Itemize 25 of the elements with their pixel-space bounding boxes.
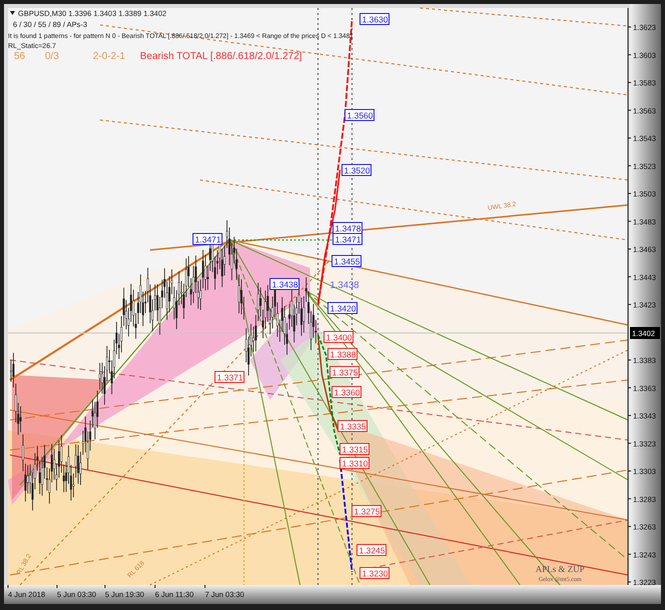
price-level-tag: 1.3310 bbox=[340, 457, 370, 469]
pattern-name: Bearish TOTAL [.886/.618/2.0/1.272] bbox=[140, 51, 302, 62]
collapse-arrow-icon[interactable] bbox=[10, 11, 15, 15]
price-level-tag: 1.3335 bbox=[338, 420, 368, 432]
price-level-tag: 1.3245 bbox=[356, 544, 386, 556]
pattern-stat: 0/3 bbox=[45, 51, 59, 62]
price-level-tag: 1.3375 bbox=[330, 366, 360, 378]
price-level-tag: 1.3630 bbox=[360, 13, 390, 25]
price-level-tag: 1.3400 bbox=[324, 331, 354, 343]
price-level-tag: 1.3478 bbox=[332, 222, 362, 234]
price-level-tag: 1.3455 bbox=[332, 255, 362, 267]
price-level-tag: 1.3471 bbox=[332, 233, 362, 245]
pattern-stat: 2-0-2-1 bbox=[93, 51, 126, 62]
pattern-stat: 56 bbox=[14, 51, 26, 62]
price-level-tag: 1.3275 bbox=[352, 505, 382, 517]
price-level-tag: 1.3230 bbox=[360, 567, 390, 579]
price-level-tag: 1.3471 bbox=[192, 233, 222, 245]
price-level-tag: 1.3520 bbox=[342, 164, 372, 176]
price-level-tag: 1.3360 bbox=[332, 386, 362, 398]
price-level-tag: 1.3388 bbox=[328, 348, 358, 360]
price-level-tag: 1.3420 bbox=[328, 302, 358, 314]
price-level-tag: 1.3560 bbox=[344, 109, 374, 121]
price-level-tag: 1.3438 bbox=[270, 278, 300, 290]
price-level-tag: 1.3315 bbox=[340, 443, 370, 455]
price-level-tag: 1.3371 bbox=[214, 371, 244, 383]
